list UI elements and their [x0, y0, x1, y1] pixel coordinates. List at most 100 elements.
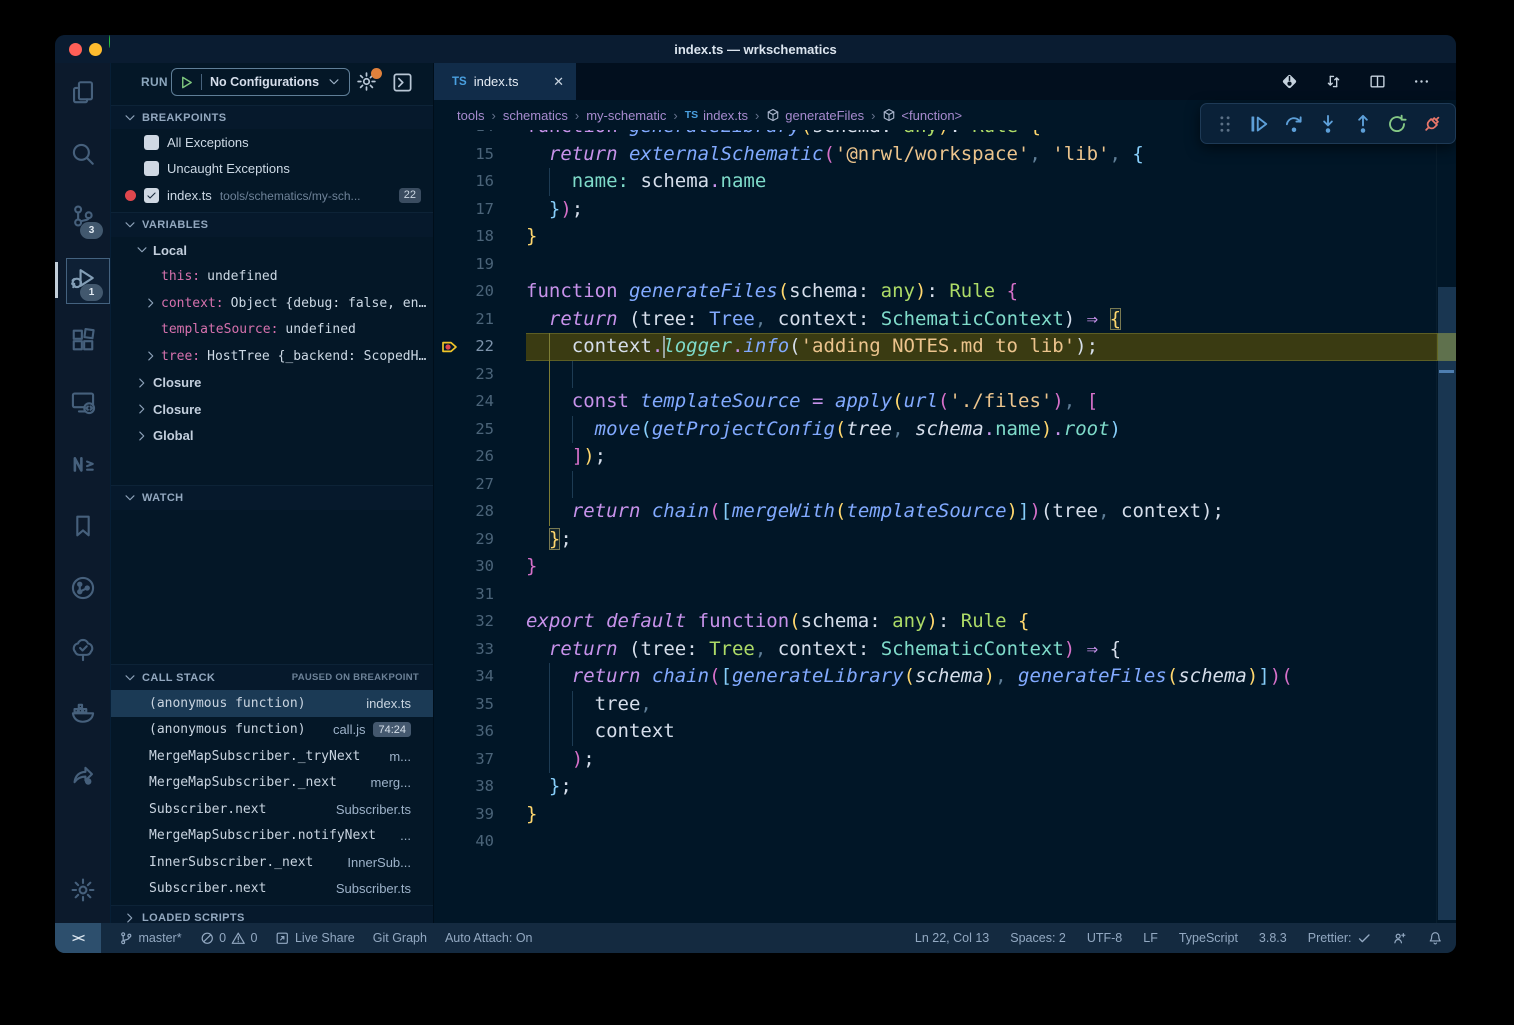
status-item-prettier[interactable]: Prettier:	[1308, 931, 1371, 946]
ellipsis-icon[interactable]	[1413, 73, 1430, 90]
status-item-indentation[interactable]: Spaces: 2	[1010, 931, 1066, 945]
gutter[interactable]: 29	[434, 526, 526, 554]
checkbox[interactable]	[144, 135, 159, 150]
call-stack-frame[interactable]: Subscriber.nextSubscriber.ts	[111, 876, 433, 903]
minimize-window-button[interactable]	[89, 43, 102, 56]
status-item-notifications[interactable]	[1428, 931, 1443, 946]
activity-item-extensions[interactable]	[55, 311, 110, 373]
call-stack-frame[interactable]: MergeMapSubscriber._nextmerg...	[111, 770, 433, 797]
activity-item-search[interactable]	[55, 125, 110, 187]
gutter[interactable]: 20	[434, 278, 526, 306]
zoom-window-button[interactable]	[109, 35, 110, 48]
breadcrumb-item[interactable]: TSindex.ts	[685, 108, 748, 123]
step-over-button[interactable]	[1283, 113, 1305, 135]
breakpoint-row[interactable]: Uncaught Exceptions	[111, 156, 433, 183]
gutter[interactable]: 35	[434, 691, 526, 719]
gutter[interactable]: 30	[434, 553, 526, 581]
activity-item-remote[interactable]	[55, 373, 110, 435]
step-out-button[interactable]	[1352, 113, 1374, 135]
debug-settings-gear-icon[interactable]	[356, 71, 378, 93]
activity-item-git-graph-circle[interactable]	[55, 559, 110, 621]
gutter[interactable]: 14	[434, 130, 526, 141]
step-into-button[interactable]	[1317, 113, 1339, 135]
call-stack-frame[interactable]: InnerSubscriber._nextInnerSub...	[111, 849, 433, 876]
gutter[interactable]: 37	[434, 746, 526, 774]
breadcrumb-item[interactable]: <function>	[882, 108, 962, 123]
status-item-language[interactable]: TypeScript	[1179, 931, 1238, 945]
gutter[interactable]: 22	[434, 333, 526, 361]
activity-item-test-tree[interactable]	[55, 621, 110, 683]
activity-item-docker[interactable]	[55, 683, 110, 745]
gitlens-icon[interactable]	[1281, 73, 1298, 90]
call-stack-frame[interactable]: (anonymous function)index.ts	[111, 690, 433, 717]
activity-item-nx[interactable]	[55, 435, 110, 497]
breadcrumb-item[interactable]: tools	[457, 108, 484, 123]
activity-item-debug[interactable]: 1	[55, 249, 110, 311]
breadcrumb-item[interactable]: schematics	[503, 108, 568, 123]
breakpoints-header[interactable]: BREAKPOINTS	[111, 105, 433, 129]
gutter[interactable]: 23	[434, 361, 526, 389]
loaded-scripts-header[interactable]: LOADED SCRIPTS	[111, 905, 433, 923]
close-window-button[interactable]	[69, 43, 82, 56]
variable-row[interactable]: this:undefined	[111, 264, 433, 291]
breakpoint-row[interactable]: All Exceptions	[111, 129, 433, 156]
breakpoint-hit-arrow-icon[interactable]	[441, 338, 459, 356]
call-stack-frame[interactable]: (anonymous function)call.js74:24	[111, 717, 433, 744]
debug-console-icon[interactable]	[392, 72, 413, 93]
status-item-cursor-position[interactable]: Ln 22, Col 13	[915, 931, 989, 945]
gutter[interactable]: 36	[434, 718, 526, 746]
variable-row[interactable]: tree:HostTree {_backend: ScopedH…	[111, 343, 433, 370]
gutter[interactable]: 18	[434, 223, 526, 251]
variables-scope-row[interactable]: Closure	[111, 396, 433, 423]
activity-item-gear[interactable]	[55, 870, 110, 914]
call-stack-header[interactable]: CALL STACK PAUSED ON BREAKPOINT	[111, 664, 433, 690]
variable-row[interactable]: context:Object {debug: false, en…	[111, 290, 433, 317]
continue-button[interactable]	[1248, 113, 1270, 135]
editor-scrollbar[interactable]	[1436, 130, 1456, 923]
status-item-problems[interactable]: 00	[200, 931, 258, 946]
close-tab-icon[interactable]: ✕	[553, 74, 564, 90]
gutter[interactable]: 25	[434, 416, 526, 444]
gutter[interactable]: 26	[434, 443, 526, 471]
gutter[interactable]: 34	[434, 663, 526, 691]
activity-item-explorer[interactable]	[55, 63, 110, 125]
status-item-eol[interactable]: LF	[1143, 931, 1158, 945]
status-item-feedback[interactable]	[1392, 931, 1407, 946]
status-item-ts-version[interactable]: 3.8.3	[1259, 931, 1287, 945]
gutter[interactable]: 19	[434, 251, 526, 279]
code-editor[interactable]: 14function generateLibrary(schema: any):…	[434, 130, 1456, 923]
gutter[interactable]: 28	[434, 498, 526, 526]
status-item-git-graph[interactable]: Git Graph	[373, 931, 427, 945]
status-item-live-share[interactable]: Live Share	[275, 931, 354, 946]
start-debug-icon[interactable]	[179, 75, 194, 90]
gutter[interactable]: 21	[434, 306, 526, 334]
gutter[interactable]: 39	[434, 801, 526, 829]
variables-scope-row[interactable]: Local	[111, 237, 433, 264]
gutter[interactable]: 31	[434, 581, 526, 609]
checkbox[interactable]	[144, 188, 159, 203]
run-config-dropdown[interactable]: No Configurations	[171, 68, 350, 96]
activity-item-bookmarks[interactable]	[55, 497, 110, 559]
gutter[interactable]: 33	[434, 636, 526, 664]
call-stack-frame[interactable]: Subscriber.nextSubscriber.ts	[111, 796, 433, 823]
breadcrumb-item[interactable]: generateFiles	[766, 108, 864, 123]
tab-index-ts[interactable]: TS index.ts ✕	[434, 63, 576, 100]
gutter[interactable]: 16	[434, 168, 526, 196]
gutter[interactable]: 38	[434, 773, 526, 801]
activity-item-source-control[interactable]: 3	[55, 187, 110, 249]
variables-header[interactable]: VARIABLES	[111, 212, 433, 237]
variables-scope-row[interactable]: Closure	[111, 370, 433, 397]
watch-header[interactable]: WATCH	[111, 485, 433, 510]
activity-item-share[interactable]	[55, 745, 110, 807]
gutter[interactable]: 32	[434, 608, 526, 636]
status-item-git-branch[interactable]: master*	[119, 931, 182, 946]
checkbox[interactable]	[144, 161, 159, 176]
status-item-auto-attach[interactable]: Auto Attach: On	[445, 931, 533, 945]
disconnect-button[interactable]	[1421, 113, 1443, 135]
call-stack-frame[interactable]: MergeMapSubscriber.notifyNext...	[111, 823, 433, 850]
breadcrumb-item[interactable]: my-schematic	[586, 108, 666, 123]
compare-icon[interactable]	[1325, 73, 1342, 90]
call-stack-frame[interactable]: MergeMapSubscriber._tryNextm...	[111, 743, 433, 770]
gutter[interactable]: 27	[434, 471, 526, 499]
breakpoint-row[interactable]: index.tstools/schematics/my-sch...22	[111, 182, 433, 209]
